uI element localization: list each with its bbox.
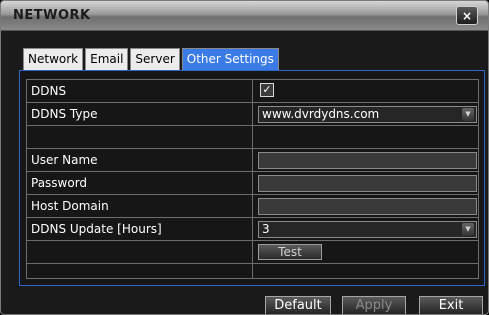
host-domain-cell — [254, 195, 480, 217]
ddns-value-cell: ✓ — [254, 80, 480, 102]
empty-value-cell — [254, 126, 480, 148]
tab-network[interactable]: Network — [23, 48, 84, 70]
password-cell — [254, 172, 480, 194]
window-title: NETWORK — [13, 8, 91, 23]
row-host-domain: Host Domain — [26, 194, 479, 217]
tab-server[interactable]: Server — [130, 48, 180, 70]
tab-email[interactable]: Email — [85, 48, 129, 70]
row-password: Password — [26, 171, 479, 194]
ddns-type-cell: www.dvrdydns.com ▼ — [254, 103, 480, 125]
host-domain-field[interactable] — [258, 198, 477, 215]
empty-label-cell — [27, 126, 253, 148]
update-hours-value: 3 — [262, 222, 270, 236]
title-bar: NETWORK × — [1, 1, 488, 31]
row-test: Test — [26, 240, 479, 263]
tab-bar: Network Email Server Other Settings — [23, 48, 281, 70]
network-settings-window: NETWORK × Network Email Server Other Set… — [0, 0, 489, 315]
empty-value-cell — [254, 264, 480, 279]
default-button[interactable]: Default — [265, 296, 331, 314]
ddns-type-value: www.dvrdydns.com — [262, 107, 380, 121]
chevron-down-icon: ▼ — [462, 223, 474, 236]
host-domain-label: Host Domain — [27, 195, 253, 217]
row-empty-1 — [26, 125, 479, 148]
update-hours-select[interactable]: 3 ▼ — [258, 221, 477, 238]
row-update-hours: DDNS Update [Hours] 3 ▼ — [26, 217, 479, 240]
row-empty-2 — [26, 263, 479, 279]
row-user-name: User Name — [26, 148, 479, 171]
tab-other-settings[interactable]: Other Settings — [181, 48, 279, 70]
test-cell: Test — [254, 241, 480, 263]
password-label: Password — [27, 172, 253, 194]
row-ddns-type: DDNS Type www.dvrdydns.com ▼ — [26, 102, 479, 125]
test-button[interactable]: Test — [258, 244, 322, 260]
empty-label-cell — [27, 241, 253, 263]
empty-label-cell — [27, 264, 253, 279]
password-field[interactable] — [258, 175, 477, 192]
ddns-type-select[interactable]: www.dvrdydns.com ▼ — [258, 106, 477, 123]
close-button[interactable]: × — [456, 6, 478, 25]
user-name-field[interactable] — [258, 152, 477, 169]
ddns-label: DDNS — [27, 80, 253, 102]
chevron-down-icon: ▼ — [462, 108, 474, 121]
row-ddns: DDNS ✓ — [26, 79, 479, 102]
user-name-cell — [254, 149, 480, 171]
update-hours-label: DDNS Update [Hours] — [27, 218, 253, 240]
close-icon: × — [461, 8, 473, 23]
ddns-type-label: DDNS Type — [27, 103, 253, 125]
exit-button[interactable]: Exit — [419, 296, 483, 314]
apply-button[interactable]: Apply — [342, 296, 406, 314]
ddns-checkbox[interactable]: ✓ — [260, 83, 274, 97]
update-hours-cell: 3 ▼ — [254, 218, 480, 240]
user-name-label: User Name — [27, 149, 253, 171]
settings-panel: DDNS ✓ DDNS Type www.dvrdydns.com ▼ User… — [19, 70, 485, 286]
